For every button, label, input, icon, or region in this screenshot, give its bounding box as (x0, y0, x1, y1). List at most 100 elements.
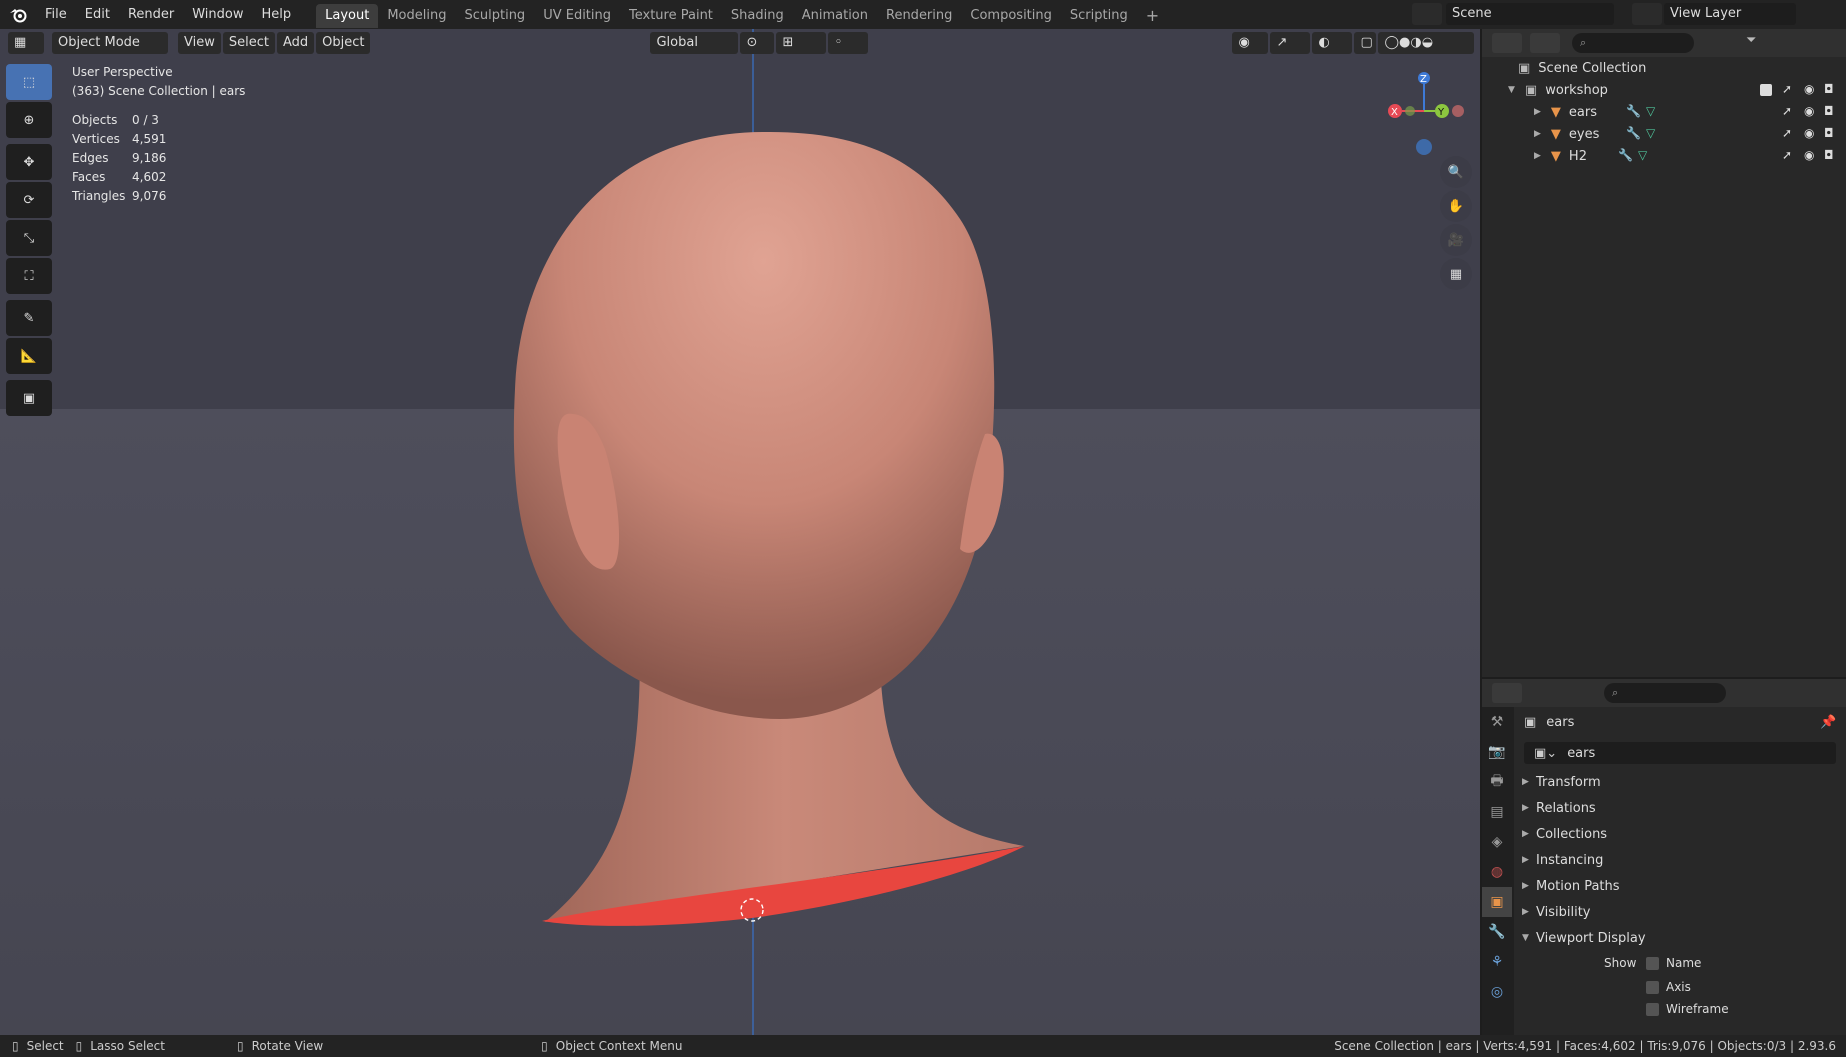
exclude-checkbox[interactable] (1760, 84, 1772, 96)
scale-icon[interactable]: ⤡ (6, 220, 52, 256)
tab-shading[interactable]: Shading (722, 4, 793, 28)
menu-file[interactable]: File (36, 0, 76, 29)
transform-icon[interactable]: ⛶ (6, 258, 52, 294)
visibility-icon[interactable]: ◉ (1232, 32, 1269, 54)
tab-scripting[interactable]: Scripting (1061, 4, 1137, 28)
gizmo-toggle-icon[interactable]: ↗ (1270, 32, 1311, 54)
section-instancing[interactable]: ▶ Instancing (1482, 847, 1846, 873)
display-mode-icon[interactable] (1530, 33, 1560, 53)
section-transform[interactable]: ▶ Transform (1482, 769, 1846, 795)
render-tab-icon[interactable]: 📷 (1482, 737, 1512, 767)
selectable-icon[interactable]: ➚ (1782, 82, 1792, 96)
tab-uv-editing[interactable]: UV Editing (534, 4, 620, 28)
measure-icon[interactable]: 📐 (6, 338, 52, 374)
perspective-grid-icon[interactable]: ▦ (1440, 258, 1472, 290)
selectable-icon[interactable]: ➚ (1782, 126, 1792, 140)
modifier-wrench-icon[interactable]: 🔧 (1618, 148, 1633, 162)
object-row-ears[interactable]: ▶ ▼ ears 🔧 ▽ ➚ ◉ ◘ (1482, 101, 1846, 123)
tab-modeling[interactable]: Modeling (378, 4, 455, 28)
tool-tab-icon[interactable]: ⚒ (1482, 707, 1512, 737)
tab-compositing[interactable]: Compositing (961, 4, 1061, 28)
eye-icon[interactable]: ◉ (1804, 104, 1814, 118)
expand-chevron-icon[interactable]: ▼ (1508, 85, 1515, 95)
camera-icon[interactable]: ◘ (1824, 82, 1834, 96)
particles-tab-icon[interactable]: ⚘ (1482, 947, 1512, 977)
mode-selector[interactable]: Object Mode (52, 32, 168, 54)
snap-icon[interactable]: ⊞ (776, 32, 827, 54)
mesh-data-icon[interactable]: ▽ (1638, 148, 1647, 162)
modifier-wrench-icon[interactable]: 🔧 (1626, 126, 1641, 140)
pin-icon[interactable]: 📌 (1820, 715, 1836, 730)
scene-tab-icon[interactable]: ◈ (1482, 827, 1512, 857)
tab-animation[interactable]: Animation (793, 4, 877, 28)
menu-render[interactable]: Render (119, 0, 183, 29)
camera-icon[interactable]: ◘ (1824, 148, 1834, 162)
tab-rendering[interactable]: Rendering (877, 4, 961, 28)
pivot-icon[interactable]: ⊙ (740, 32, 775, 54)
annotate-icon[interactable]: ✎ (6, 300, 52, 336)
add-cube-icon[interactable]: ▣ (6, 380, 52, 416)
scene-selector-icon[interactable] (1412, 3, 1442, 25)
overlays-icon[interactable]: ◐ (1312, 32, 1353, 54)
selectable-icon[interactable]: ➚ (1782, 104, 1792, 118)
object-row-eyes[interactable]: ▶ ▼ eyes 🔧 ▽ ➚ ◉ ◘ (1482, 123, 1846, 145)
output-tab-icon[interactable]: 🖶 (1482, 767, 1512, 797)
section-motion-paths[interactable]: ▶ Motion Paths (1482, 873, 1846, 899)
view-layer-tab-icon[interactable]: ▤ (1482, 797, 1512, 827)
tab-layout[interactable]: Layout (316, 4, 379, 28)
tab-texture-paint[interactable]: Texture Paint (620, 4, 722, 28)
modifier-wrench-icon[interactable]: 🔧 (1626, 104, 1641, 118)
zoom-icon[interactable]: 🔍 (1440, 156, 1472, 188)
expand-arrow-icon[interactable]: ▶ (1534, 151, 1541, 161)
mesh-data-icon[interactable]: ▽ (1646, 104, 1655, 118)
section-collections[interactable]: ▶ Collections (1482, 821, 1846, 847)
camera-view-icon[interactable]: 🎥 (1440, 224, 1472, 256)
menu-help[interactable]: Help (253, 0, 301, 29)
object-tab-icon[interactable]: ▣ (1482, 887, 1512, 917)
menu-window[interactable]: Window (183, 0, 252, 29)
scene-field[interactable]: Scene (1446, 3, 1614, 25)
section-relations[interactable]: ▶ Relations (1482, 795, 1846, 821)
section-viewport-display[interactable]: ▼ Viewport Display (1482, 925, 1846, 951)
blender-logo-icon[interactable] (0, 0, 36, 29)
view-layer-icon[interactable] (1632, 3, 1662, 25)
menu-edit[interactable]: Edit (76, 0, 119, 29)
eye-icon[interactable]: ◉ (1804, 148, 1814, 162)
cursor-icon[interactable]: ⊕ (6, 102, 52, 138)
world-tab-icon[interactable]: ◍ (1482, 857, 1512, 887)
orientation-selector[interactable]: Global (650, 32, 739, 54)
editor-type-icon[interactable] (1492, 33, 1522, 53)
editor-type-icon[interactable] (1492, 683, 1522, 703)
axis-checkbox[interactable] (1646, 980, 1659, 994)
eye-icon[interactable]: ◉ (1804, 82, 1814, 96)
collection-workshop-row[interactable]: ▼ ▣ workshop ➚ ◉ ◘ (1482, 79, 1846, 101)
rotate-icon[interactable]: ⟳ (6, 182, 52, 218)
filter-icon[interactable]: ⏷ (1746, 33, 1776, 53)
view-menu[interactable]: View (178, 32, 221, 54)
add-menu[interactable]: Add (276, 32, 315, 54)
eye-icon[interactable]: ◉ (1804, 126, 1814, 140)
properties-search-input[interactable]: ⌕ (1604, 683, 1726, 703)
view-layer-field[interactable]: View Layer (1664, 3, 1796, 25)
xray-icon[interactable]: ▢ (1354, 32, 1377, 54)
object-row-h2[interactable]: ▶ ▼ H2 🔧 ▽ ➚ ◉ ◘ (1482, 145, 1846, 167)
name-checkbox[interactable] (1646, 956, 1659, 970)
expand-arrow-icon[interactable]: ▶ (1534, 107, 1541, 117)
outliner-search-input[interactable]: ⌕ (1572, 33, 1694, 53)
modifier-tab-icon[interactable]: 🔧 (1482, 917, 1512, 947)
mesh-data-icon[interactable]: ▽ (1646, 126, 1655, 140)
wireframe-checkbox[interactable] (1646, 1002, 1659, 1016)
camera-icon[interactable]: ◘ (1824, 104, 1834, 118)
proportional-edit-icon[interactable]: ◦ (828, 32, 869, 54)
camera-icon[interactable]: ◘ (1824, 126, 1834, 140)
shading-modes-icon[interactable]: ◯●◑◒ (1378, 32, 1475, 54)
selectable-icon[interactable]: ➚ (1782, 148, 1792, 162)
tab-sculpting[interactable]: Sculpting (455, 4, 534, 28)
editor-type-icon[interactable]: ▦ (8, 32, 44, 54)
section-visibility[interactable]: ▶ Visibility (1482, 899, 1846, 925)
select-box-icon[interactable]: ⬚ (6, 64, 52, 100)
move-icon[interactable]: ✥ (6, 144, 52, 180)
object-name-field[interactable]: ▣⌄ ears (1524, 742, 1836, 764)
scene-collection-row[interactable]: ▣ Scene Collection (1482, 57, 1846, 79)
pan-hand-icon[interactable]: ✋ (1440, 190, 1472, 222)
